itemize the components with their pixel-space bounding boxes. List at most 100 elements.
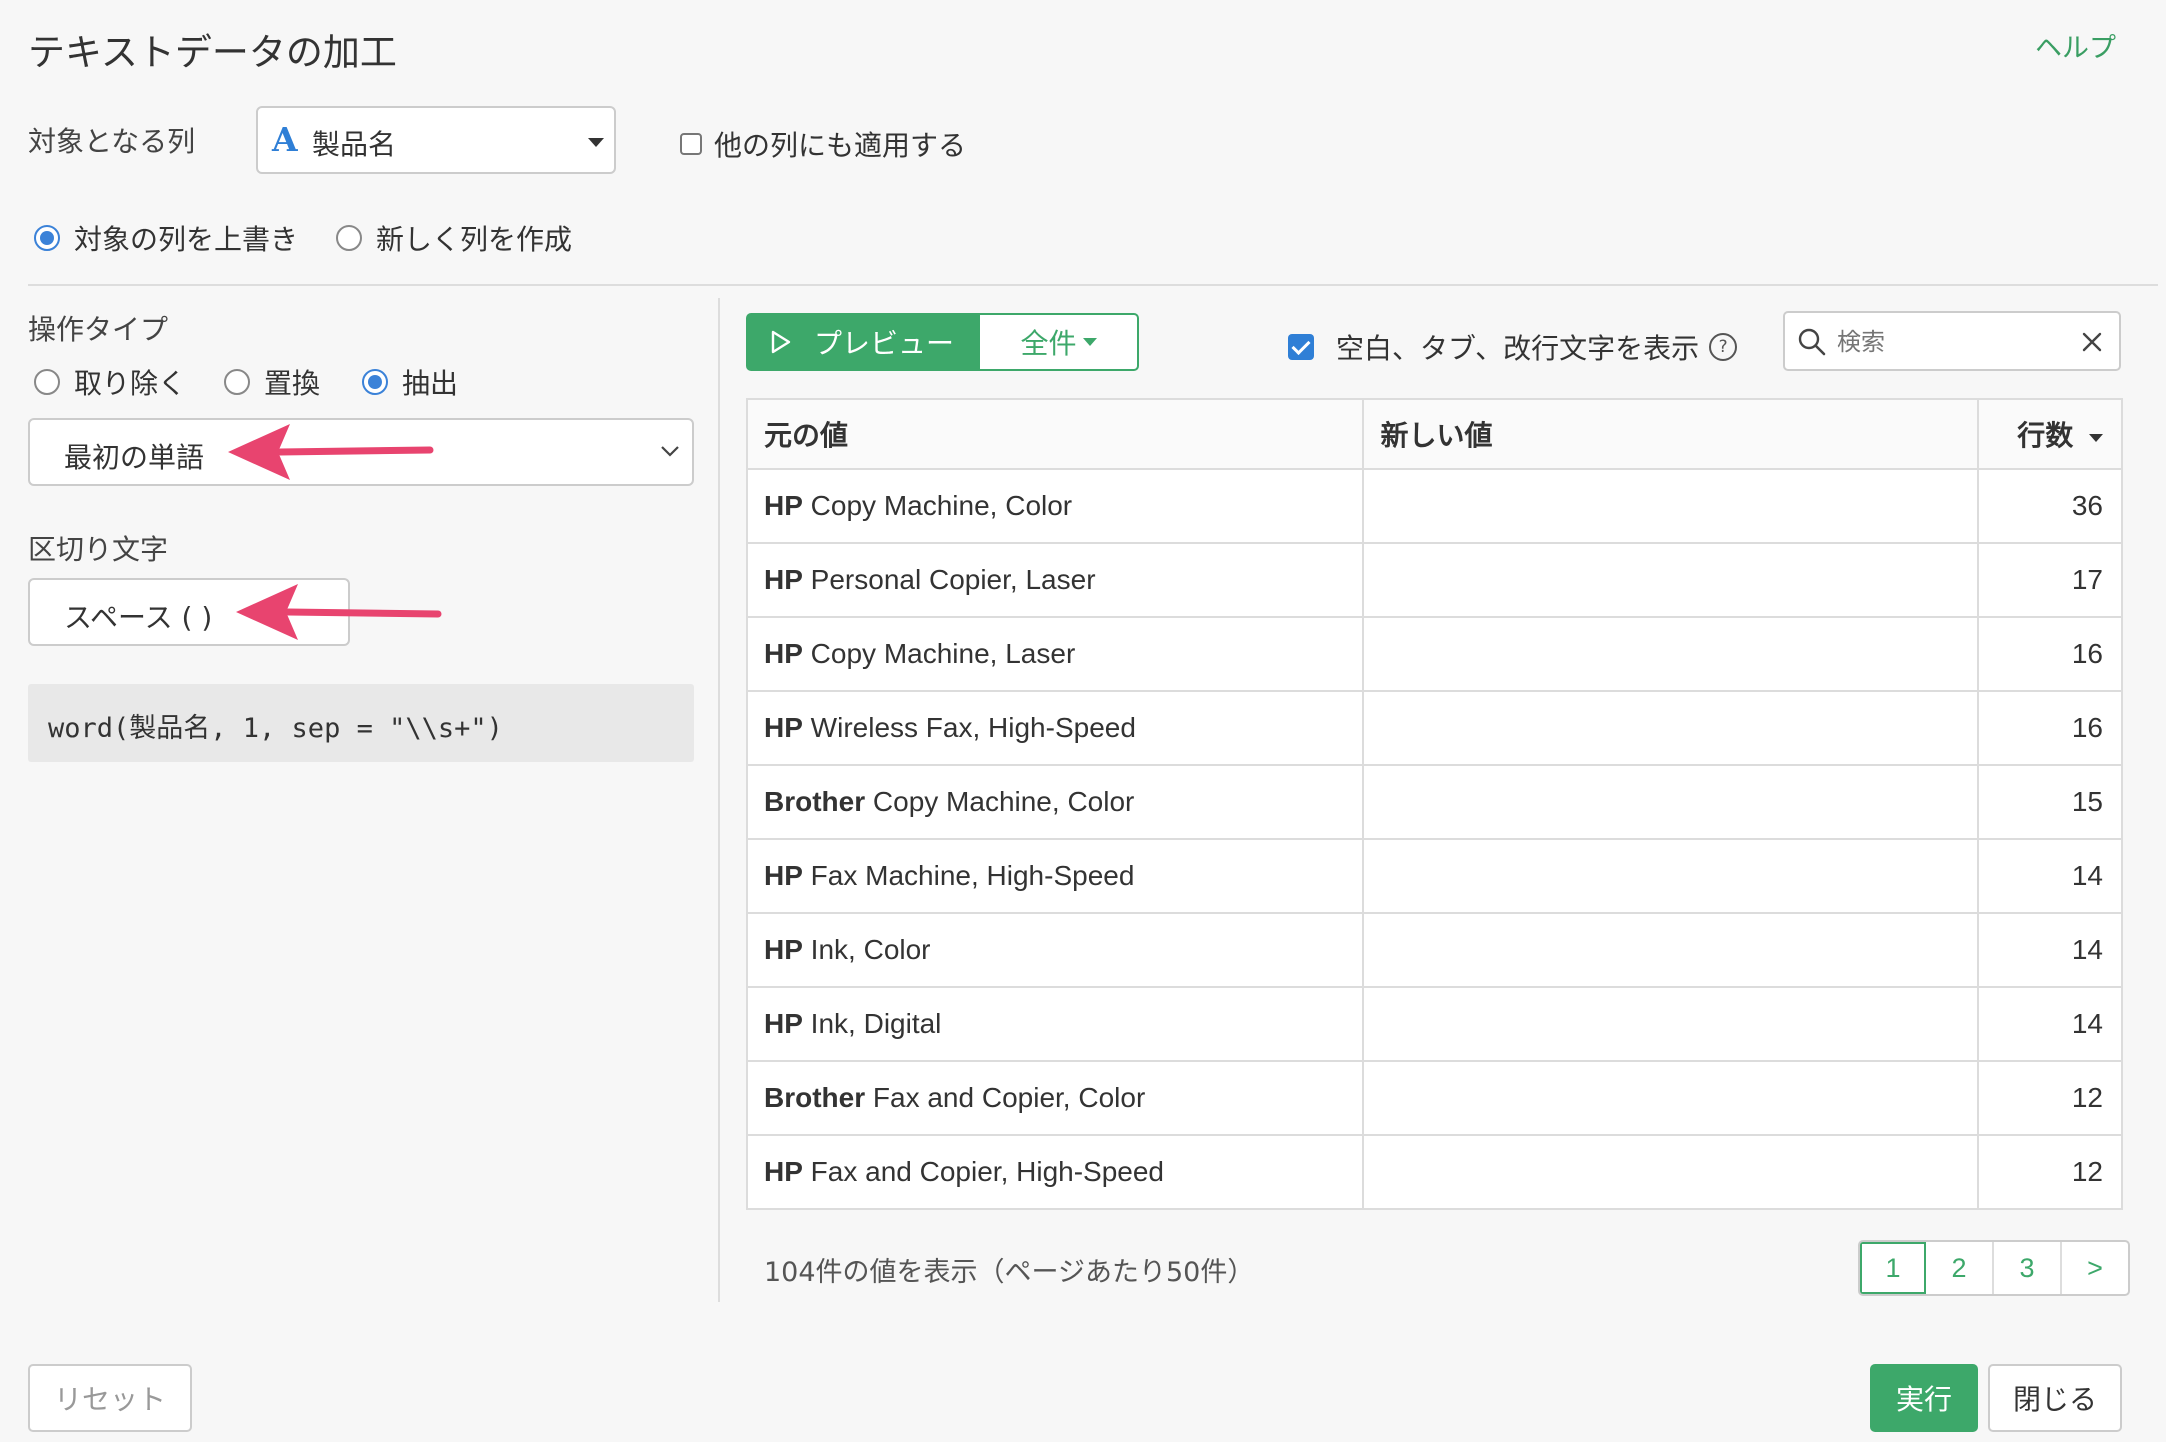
- first-word: Brother: [764, 786, 866, 817]
- table-row: HP Fax and Copier, High-Speed 12: [745, 1134, 2123, 1210]
- remaining-text: Fax and Copier, Color: [865, 1082, 1146, 1113]
- new-value-cell: [1362, 468, 1980, 544]
- operation-remove-radio[interactable]: [34, 369, 60, 395]
- sort-desc-icon: [2089, 433, 2103, 442]
- remaining-text: Copy Machine, Laser: [802, 638, 1076, 669]
- operation-replace-label: 置換: [264, 367, 321, 400]
- target-column-label: 対象となる列: [28, 125, 196, 158]
- play-icon: [771, 330, 791, 354]
- header-row-count[interactable]: 行数: [1977, 398, 2123, 470]
- new-column-radio[interactable]: [336, 225, 362, 251]
- run-button[interactable]: 実行: [1870, 1364, 1978, 1432]
- first-word: HP: [764, 490, 803, 521]
- all-rows-dropdown[interactable]: 全件: [978, 313, 1139, 371]
- search-input[interactable]: [1835, 321, 2059, 363]
- operation-remove-option[interactable]: 取り除く: [34, 362, 186, 402]
- new-value-cell: [1362, 1060, 1980, 1136]
- new-value-cell: [1362, 1134, 1980, 1210]
- remaining-text: Ink, Color: [802, 934, 931, 965]
- remaining-text: Fax and Copier, High-Speed: [802, 1156, 1165, 1187]
- original-value-cell: HP Ink, Color: [745, 912, 1365, 988]
- row-count-cell: 15: [1977, 764, 2123, 840]
- operation-replace-radio[interactable]: [224, 369, 250, 395]
- new-value-cell: [1362, 986, 1980, 1062]
- chevron-down-icon: [661, 446, 679, 457]
- first-word: HP: [764, 860, 803, 891]
- show-whitespace-label: 空白、タブ、改行文字を表示: [1336, 332, 1700, 365]
- row-count-cell: 14: [1977, 986, 2123, 1062]
- table-row: HP Personal Copier, Laser 17: [745, 542, 2123, 618]
- operation-extract-radio[interactable]: [362, 369, 388, 395]
- search-box[interactable]: [1783, 311, 2121, 371]
- operation-replace-option[interactable]: 置換: [224, 362, 320, 402]
- delimiter-label: 区切り文字: [28, 533, 169, 566]
- new-value-cell: [1362, 690, 1980, 766]
- first-word: HP: [764, 934, 803, 965]
- original-value-cell: Brother Copy Machine, Color: [745, 764, 1365, 840]
- original-value-cell: HP Wireless Fax, High-Speed: [745, 690, 1365, 766]
- row-count-cell: 14: [1977, 912, 2123, 988]
- remaining-text: Copy Machine, Color: [865, 786, 1135, 817]
- first-word: Brother: [764, 1082, 866, 1113]
- operation-extract-label: 抽出: [402, 367, 459, 400]
- new-value-cell: [1362, 542, 1980, 618]
- show-whitespace-checkbox[interactable]: [1288, 334, 1314, 360]
- preview-label: プレビュー: [813, 327, 954, 360]
- row-count-cell: 16: [1977, 616, 2123, 692]
- pagination: 1 2 3 >: [1858, 1240, 2130, 1296]
- close-icon[interactable]: [2081, 331, 2103, 353]
- row-count-cell: 14: [1977, 838, 2123, 914]
- row-count-cell: 36: [1977, 468, 2123, 544]
- overwrite-option[interactable]: 対象の列を上書き: [34, 218, 298, 258]
- first-word: HP: [764, 564, 803, 595]
- help-link[interactable]: ヘルプ: [2035, 26, 2116, 65]
- table-row: HP Ink, Digital 14: [745, 986, 2123, 1062]
- overwrite-radio[interactable]: [34, 225, 60, 251]
- first-word: HP: [764, 1008, 803, 1039]
- table-row: HP Wireless Fax, High-Speed 16: [745, 690, 2123, 766]
- page-3-button[interactable]: 3: [1994, 1242, 2062, 1294]
- first-word: HP: [764, 1156, 803, 1187]
- new-column-option[interactable]: 新しく列を作成: [336, 218, 572, 258]
- original-value-cell: Brother Fax and Copier, Color: [745, 1060, 1365, 1136]
- apply-other-label: 他の列にも適用する: [714, 129, 967, 162]
- original-value-cell: HP Copy Machine, Laser: [745, 616, 1365, 692]
- row-count-cell: 16: [1977, 690, 2123, 766]
- target-column-value: 製品名: [312, 128, 397, 161]
- remaining-text: Fax Machine, High-Speed: [802, 860, 1135, 891]
- page-2-button[interactable]: 2: [1926, 1242, 1994, 1294]
- values-table: 元の値 新しい値 行数 HP Copy Machine, Color 36 HP P…: [745, 398, 2123, 1210]
- apply-other-checkbox[interactable]: [680, 133, 702, 155]
- target-column-select[interactable]: A 製品名: [256, 106, 616, 174]
- help-circle-icon[interactable]: ?: [1709, 333, 1738, 361]
- annotation-arrow-icon: [236, 584, 442, 640]
- new-value-cell: [1362, 616, 1980, 692]
- overwrite-label: 対象の列を上書き: [74, 223, 299, 256]
- operation-remove-label: 取り除く: [74, 367, 187, 400]
- header-new-value[interactable]: 新しい値: [1362, 398, 1980, 470]
- caret-down-icon: [588, 138, 604, 147]
- original-value-cell: HP Copy Machine, Color: [745, 468, 1365, 544]
- delimiter-value: スペース ( ): [64, 601, 213, 634]
- original-value-cell: HP Fax Machine, High-Speed: [745, 838, 1365, 914]
- table-header-row: 元の値 新しい値 行数: [745, 398, 2123, 470]
- original-value-cell: HP Personal Copier, Laser: [745, 542, 1365, 618]
- header-original-value[interactable]: 元の値: [745, 398, 1365, 470]
- page-1-button[interactable]: 1: [1860, 1242, 1926, 1294]
- next-page-button[interactable]: >: [2062, 1242, 2128, 1294]
- first-word: HP: [764, 712, 803, 743]
- search-icon: [1798, 328, 1826, 356]
- table-row: HP Fax Machine, High-Speed 14: [745, 838, 2123, 914]
- remaining-text: Personal Copier, Laser: [802, 564, 1096, 595]
- operation-extract-option[interactable]: 抽出: [362, 362, 458, 402]
- row-count-cell: 12: [1977, 1060, 2123, 1136]
- new-column-label: 新しく列を作成: [376, 223, 573, 256]
- original-value-cell: HP Fax and Copier, High-Speed: [745, 1134, 1365, 1210]
- close-button[interactable]: 閉じる: [1988, 1364, 2122, 1432]
- show-whitespace-toggle[interactable]: 空白、タブ、改行文字を表示 ?: [1288, 327, 1738, 367]
- table-row: HP Copy Machine, Laser 16: [745, 616, 2123, 692]
- row-count-cell: 17: [1977, 542, 2123, 618]
- apply-other-columns[interactable]: 他の列にも適用する: [680, 124, 966, 164]
- preview-button[interactable]: プレビュー: [746, 313, 978, 371]
- reset-button[interactable]: リセット: [28, 1364, 192, 1432]
